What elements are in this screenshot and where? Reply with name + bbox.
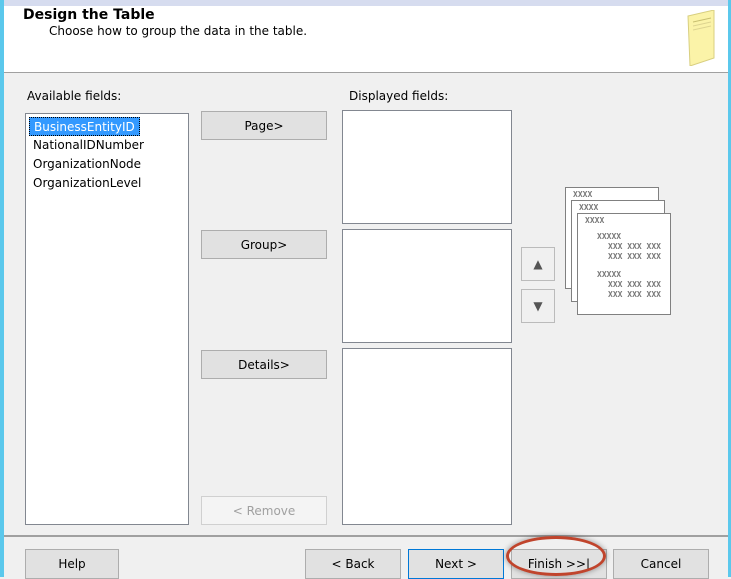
page-fields-list[interactable] bbox=[342, 110, 512, 224]
available-fields-label: Available fields: bbox=[27, 89, 122, 103]
help-button[interactable]: Help bbox=[25, 549, 119, 579]
preview-row: XXX XXX XXX bbox=[608, 252, 661, 261]
arrow-down-icon: ▼ bbox=[533, 299, 543, 313]
next-button[interactable]: Next > bbox=[408, 549, 504, 579]
preview-row: XXX XXX XXX bbox=[608, 280, 661, 289]
footer-divider bbox=[4, 535, 728, 537]
details-fields-list[interactable] bbox=[342, 348, 512, 525]
preview-header: XXXX bbox=[585, 216, 605, 225]
list-item[interactable]: BusinessEntityID bbox=[29, 117, 140, 136]
list-item[interactable]: NationalIDNumber bbox=[29, 136, 185, 155]
group-fields-list[interactable] bbox=[342, 229, 512, 343]
window-border-left bbox=[0, 0, 4, 577]
highlight-circle-annotation bbox=[506, 536, 606, 576]
preview-header: XXXX bbox=[579, 203, 599, 212]
preview-header: XXXX bbox=[573, 190, 593, 199]
preview-page: XXXX XXXXX XXX XXX XXX XXX XXX XXX XXXXX… bbox=[577, 213, 671, 315]
list-item[interactable]: OrganizationNode bbox=[29, 155, 185, 174]
page-subtitle: Choose how to group the data in the tabl… bbox=[49, 24, 308, 38]
preview-row: XXX XXX XXX bbox=[608, 242, 661, 251]
move-down-button[interactable]: ▼ bbox=[521, 289, 555, 323]
details-button[interactable]: Details> bbox=[201, 350, 327, 379]
preview-group: XXXXX bbox=[597, 232, 622, 241]
displayed-fields-label: Displayed fields: bbox=[349, 89, 449, 103]
list-item[interactable]: OrganizationLevel bbox=[29, 174, 185, 193]
preview-group: XXXXX bbox=[597, 270, 622, 279]
wizard-header: Design the Table Choose how to group the… bbox=[4, 6, 728, 73]
preview-row: XXX XXX XXX bbox=[608, 290, 661, 299]
remove-button[interactable]: < Remove bbox=[201, 496, 327, 525]
cancel-button[interactable]: Cancel bbox=[613, 549, 709, 579]
available-fields-list[interactable]: BusinessEntityID NationalIDNumber Organi… bbox=[25, 113, 189, 525]
group-button[interactable]: Group> bbox=[201, 230, 327, 259]
arrow-up-icon: ▲ bbox=[533, 257, 543, 271]
note-icon bbox=[687, 10, 715, 66]
move-up-button[interactable]: ▲ bbox=[521, 247, 555, 281]
page-button[interactable]: Page> bbox=[201, 111, 327, 140]
back-button[interactable]: < Back bbox=[305, 549, 401, 579]
page-title: Design the Table bbox=[23, 7, 155, 23]
